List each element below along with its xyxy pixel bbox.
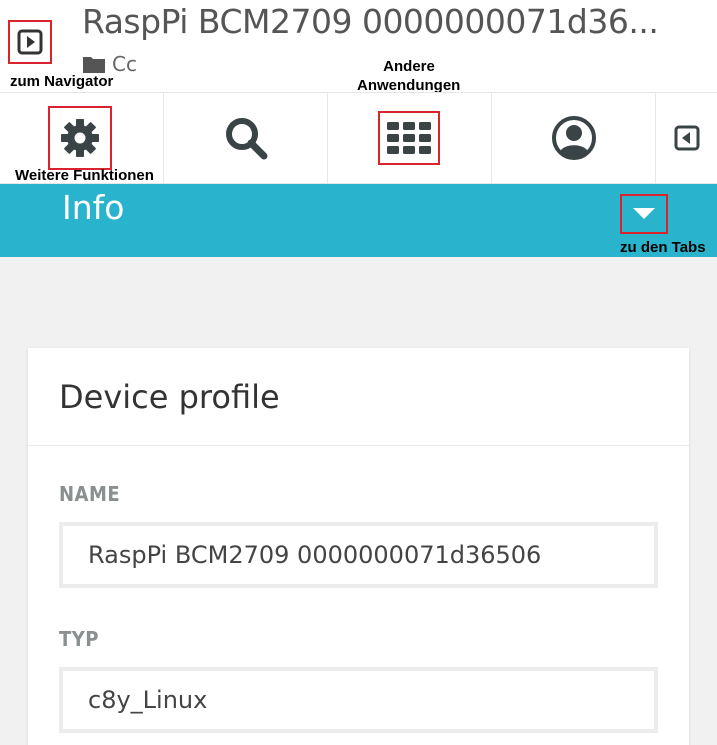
gear-icon — [60, 119, 99, 157]
other-apps-button[interactable] — [328, 93, 492, 183]
more-functions-highlight — [47, 106, 112, 170]
search-button[interactable] — [164, 93, 328, 183]
collapse-button[interactable] — [656, 93, 717, 183]
device-profile-card: Device profile NAME TYP — [28, 348, 689, 745]
device-title: RaspPi BCM2709 0000000071d36... — [82, 2, 659, 41]
other-apps-highlight — [377, 111, 440, 165]
collapse-left-icon — [674, 125, 699, 151]
caret-down-icon — [633, 208, 655, 219]
tabs-annotation: zu den Tabs — [620, 239, 706, 256]
type-label: TYP — [59, 627, 99, 651]
play-square-icon — [17, 29, 43, 55]
navigator-toggle-button[interactable] — [8, 20, 52, 64]
user-button[interactable] — [492, 93, 656, 183]
toolbar: Weitere Funktionen — [0, 92, 717, 184]
card-header: Device profile — [28, 348, 689, 446]
folder-icon — [83, 57, 105, 73]
app-grid-icon — [386, 122, 431, 154]
more-functions-annotation: Weitere Funktionen — [15, 167, 154, 184]
other-apps-annotation: Andere Anwendungen — [357, 58, 460, 96]
info-bar: Info zu den Tabs — [0, 184, 717, 257]
header: RaspPi BCM2709 0000000071d36... Cc zum N… — [0, 0, 717, 94]
other-apps-annotation-line1: Andere — [383, 58, 435, 75]
name-field[interactable] — [59, 522, 658, 588]
navigator-annotation: zum Navigator — [10, 73, 114, 90]
user-icon — [551, 116, 596, 160]
type-field[interactable] — [59, 667, 658, 733]
name-label: NAME — [59, 482, 121, 506]
info-title: Info — [62, 188, 125, 227]
search-icon — [225, 118, 267, 160]
breadcrumb-label: Cc — [112, 52, 137, 76]
tabs-toggle-button[interactable] — [620, 194, 668, 234]
card-title: Device profile — [59, 377, 280, 416]
